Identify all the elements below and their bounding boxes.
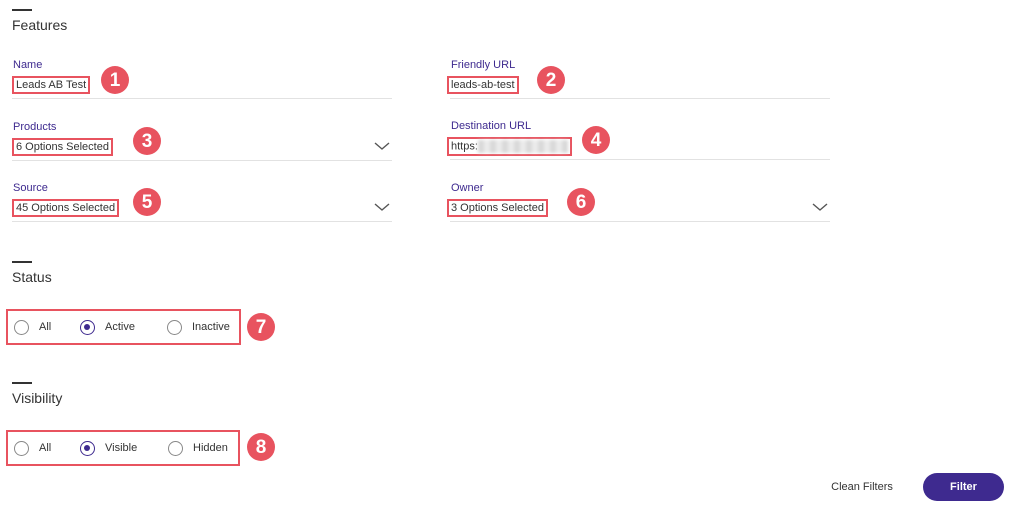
friendly-url-input[interactable]: leads-ab-test — [447, 76, 519, 94]
visibility-hidden-label: Hidden — [193, 442, 228, 454]
destination-url-value: https: — [451, 140, 478, 153]
features-title: Features — [12, 17, 68, 33]
annotation-badge-8: 8 — [247, 433, 275, 461]
visibility-visible-label: Visible — [105, 442, 138, 454]
radio-icon[interactable] — [80, 440, 95, 456]
products-label: Products — [13, 121, 57, 133]
friendly-url-label: Friendly URL — [451, 59, 516, 71]
owner-select[interactable]: 3 Options Selected — [447, 199, 548, 217]
destination-url-input[interactable]: https: — [447, 137, 572, 156]
blurred-text — [477, 140, 568, 153]
owner-label: Owner — [451, 182, 484, 194]
visibility-all-label: All — [39, 442, 52, 454]
annotation-badge-2: 2 — [537, 66, 565, 94]
chevron-down-icon[interactable] — [810, 200, 830, 214]
name-field[interactable]: Name Leads AB Test — [12, 59, 392, 99]
visibility-radio-group: All Visible Hidden — [6, 430, 240, 466]
status-divider — [12, 261, 32, 263]
visibility-radio-all[interactable]: All — [14, 440, 80, 456]
products-select[interactable]: 6 Options Selected — [12, 138, 113, 156]
radio-icon[interactable] — [168, 440, 183, 456]
chevron-down-icon[interactable] — [372, 200, 392, 214]
radio-icon[interactable] — [80, 319, 95, 335]
status-inactive-label: Inactive — [192, 321, 230, 333]
source-select[interactable]: 45 Options Selected — [12, 199, 120, 217]
annotation-badge-7: 7 — [247, 313, 275, 341]
radio-icon[interactable] — [14, 319, 29, 335]
features-divider — [12, 9, 32, 11]
status-active-label: Active — [105, 321, 135, 333]
visibility-title: Visibility — [12, 390, 63, 406]
annotation-badge-4: 4 — [582, 126, 610, 154]
status-all-label: All — [39, 321, 52, 333]
status-radio-all[interactable]: All — [14, 319, 80, 335]
visibility-divider — [12, 382, 32, 384]
status-radio-group: All Active Inactive — [6, 309, 241, 345]
friendly-url-field[interactable]: Friendly URL leads-ab-test — [447, 59, 830, 99]
destination-url-label: Destination URL — [451, 120, 532, 132]
destination-url-field[interactable]: Destination URL https: — [447, 120, 830, 160]
radio-icon[interactable] — [14, 440, 29, 456]
filter-button[interactable]: Filter — [923, 473, 1004, 501]
source-field[interactable]: Source 45 Options Selected — [12, 182, 392, 222]
status-title: Status — [12, 269, 52, 285]
name-label: Name — [13, 59, 43, 71]
annotation-badge-3: 3 — [133, 127, 161, 155]
annotation-badge-1: 1 — [101, 66, 129, 94]
chevron-down-icon[interactable] — [372, 139, 392, 153]
owner-field[interactable]: Owner 3 Options Selected — [447, 182, 830, 222]
status-radio-active[interactable]: Active — [80, 319, 167, 335]
visibility-radio-visible[interactable]: Visible — [80, 440, 168, 456]
annotation-badge-5: 5 — [133, 188, 161, 216]
source-label: Source — [13, 182, 48, 194]
clean-filters-button[interactable]: Clean Filters — [808, 474, 916, 500]
annotation-badge-6: 6 — [567, 188, 595, 216]
products-field[interactable]: Products 6 Options Selected — [12, 121, 392, 161]
name-input[interactable]: Leads AB Test — [12, 76, 91, 94]
visibility-radio-hidden[interactable]: Hidden — [168, 440, 228, 456]
status-radio-inactive[interactable]: Inactive — [167, 319, 230, 335]
radio-icon[interactable] — [167, 319, 182, 335]
